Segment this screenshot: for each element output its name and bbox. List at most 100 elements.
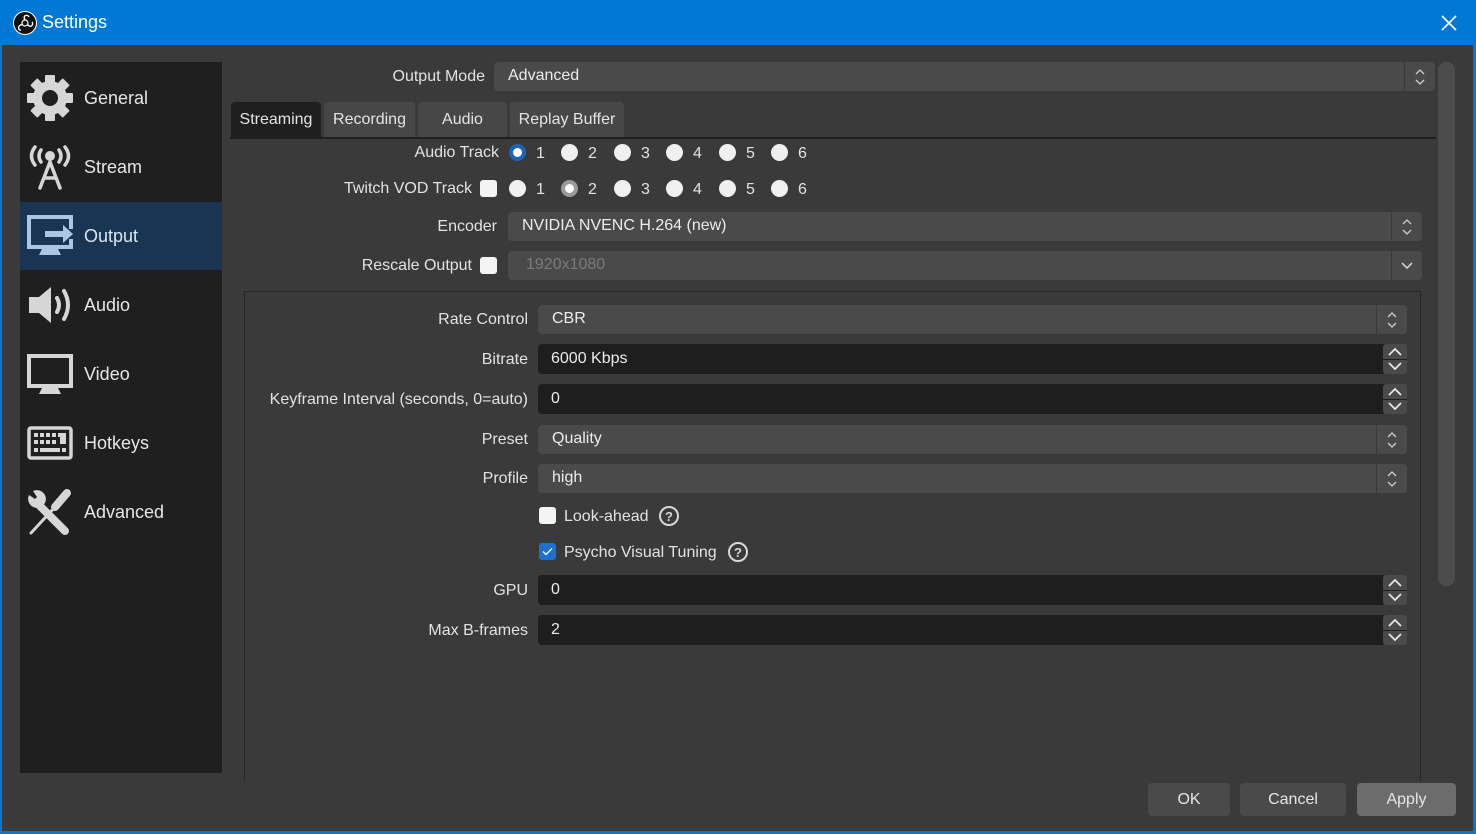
- sidebar-item-label: General: [84, 87, 149, 108]
- tab-recording[interactable]: Recording: [324, 102, 415, 137]
- rescale-resolution-select[interactable]: 1920x1080: [508, 251, 1422, 280]
- tab-replay-buffer[interactable]: Replay Buffer: [510, 102, 624, 137]
- settings-window: Settings General Stream Output Audio Vid…: [0, 0, 1476, 834]
- sidebar-item-stream[interactable]: Stream: [20, 133, 222, 201]
- rescale-output-label: Rescale Output: [361, 257, 472, 274]
- radio-label: 5: [746, 181, 755, 198]
- monitor-output-icon: [25, 211, 75, 261]
- twitch-vod-track-checkbox[interactable]: [480, 180, 497, 197]
- spin-up-button[interactable]: [1383, 615, 1407, 631]
- updown-arrows-icon: [1376, 464, 1407, 493]
- radio-label: 2: [588, 145, 597, 162]
- vertical-scrollbar[interactable]: [1438, 62, 1455, 586]
- updown-arrows-icon: [1404, 62, 1435, 91]
- spin-down-button[interactable]: [1383, 400, 1407, 415]
- encoder-label: Encoder: [437, 218, 497, 235]
- sidebar-item-label: Audio: [84, 294, 131, 315]
- sidebar-item-advanced[interactable]: Advanced: [20, 478, 222, 546]
- tab-divider: [230, 137, 1436, 139]
- settings-sidebar: General Stream Output Audio Video Hotkey…: [20, 62, 222, 773]
- profile-select[interactable]: high: [538, 464, 1407, 493]
- gpu-spinbox[interactable]: 0: [538, 575, 1407, 605]
- radio-label: 1: [536, 145, 545, 162]
- chevron-down-icon: [1391, 251, 1422, 280]
- output-mode-select[interactable]: Advanced: [494, 62, 1435, 91]
- sidebar-item-general[interactable]: General: [20, 64, 222, 132]
- vod-track-radio-3[interactable]: [614, 180, 631, 197]
- sidebar-item-label: Video: [84, 363, 130, 384]
- settings-client-area: General Stream Output Audio Video Hotkey…: [2, 45, 1473, 831]
- vod-track-radio-1[interactable]: [509, 180, 526, 197]
- tab-streaming[interactable]: Streaming: [231, 102, 321, 137]
- radio-label: 4: [693, 181, 702, 198]
- sidebar-item-label: Advanced: [84, 501, 165, 522]
- help-icon[interactable]: ?: [728, 542, 748, 562]
- output-mode-label: Output Mode: [392, 68, 486, 85]
- close-icon: [1441, 15, 1457, 31]
- sidebar-item-hotkeys[interactable]: Hotkeys: [20, 409, 222, 477]
- spin-down-button[interactable]: [1383, 360, 1407, 375]
- vod-track-radio-5[interactable]: [719, 180, 736, 197]
- preset-label: Preset: [481, 431, 528, 448]
- twitch-vod-track-label: Twitch VOD Track: [343, 180, 472, 197]
- rescale-output-checkbox[interactable]: [480, 257, 497, 274]
- audio-track-label: Audio Track: [414, 144, 499, 161]
- updown-arrows-icon: [1391, 212, 1422, 241]
- ok-button[interactable]: OK: [1148, 783, 1230, 816]
- radio-label: 3: [641, 181, 650, 198]
- title-bar: Settings: [0, 0, 1476, 45]
- audio-track-radio-5[interactable]: [719, 144, 736, 161]
- vod-track-radio-4[interactable]: [666, 180, 683, 197]
- gear-icon: [25, 73, 75, 123]
- speaker-icon: [25, 280, 75, 330]
- updown-arrows-icon: [1376, 305, 1407, 334]
- spin-down-button[interactable]: [1383, 591, 1407, 606]
- audio-track-radio-3[interactable]: [614, 144, 631, 161]
- bitrate-label: Bitrate: [481, 351, 528, 368]
- look-ahead-checkbox[interactable]: [539, 507, 556, 524]
- apply-button[interactable]: Apply: [1357, 783, 1456, 816]
- sidebar-item-audio[interactable]: Audio: [20, 271, 222, 339]
- encoder-select[interactable]: NVIDIA NVENC H.264 (new): [508, 212, 1422, 241]
- obs-logo-icon: [13, 11, 37, 35]
- rate-control-label: Rate Control: [438, 311, 528, 328]
- radio-label: 2: [588, 181, 597, 198]
- gpu-label: GPU: [493, 582, 528, 599]
- sidebar-item-label: Hotkeys: [84, 432, 150, 453]
- audio-track-radio-2[interactable]: [561, 144, 578, 161]
- radio-label: 5: [746, 145, 755, 162]
- audio-track-radio-4[interactable]: [666, 144, 683, 161]
- spin-up-button[interactable]: [1383, 344, 1407, 360]
- preset-select[interactable]: Quality: [538, 425, 1407, 454]
- audio-track-radio-1[interactable]: [509, 144, 526, 161]
- keyframe-interval-label: Keyframe Interval (seconds, 0=auto): [269, 391, 528, 408]
- look-ahead-label: Look-ahead: [564, 508, 649, 525]
- tools-icon: [25, 487, 75, 537]
- spin-up-button[interactable]: [1383, 575, 1407, 591]
- psycho-visual-tuning-checkbox[interactable]: [539, 543, 556, 560]
- spin-up-button[interactable]: [1383, 384, 1407, 400]
- profile-label: Profile: [482, 470, 528, 487]
- sidebar-item-video[interactable]: Video: [20, 340, 222, 408]
- close-button[interactable]: [1432, 6, 1466, 40]
- audio-track-radio-6[interactable]: [771, 144, 788, 161]
- tab-audio[interactable]: Audio: [418, 102, 507, 137]
- radio-label: 4: [693, 145, 702, 162]
- checkmark-icon: [542, 548, 553, 556]
- help-icon[interactable]: ?: [659, 506, 679, 526]
- vod-track-radio-2[interactable]: [561, 180, 578, 197]
- rate-control-select[interactable]: CBR: [538, 305, 1407, 334]
- sidebar-item-output[interactable]: Output: [20, 202, 222, 270]
- keyframe-interval-spinbox[interactable]: 0: [538, 384, 1407, 414]
- keyboard-icon: [25, 418, 75, 468]
- radio-label: 3: [641, 145, 650, 162]
- max-bframes-spinbox[interactable]: 2: [538, 615, 1407, 645]
- antenna-icon: [25, 142, 75, 192]
- vod-track-radio-6[interactable]: [771, 180, 788, 197]
- bitrate-spinbox[interactable]: 6000 Kbps: [538, 344, 1407, 374]
- max-bframes-label: Max B-frames: [428, 622, 528, 639]
- monitor-icon: [25, 349, 75, 399]
- psycho-visual-tuning-label: Psycho Visual Tuning: [564, 544, 717, 561]
- cancel-button[interactable]: Cancel: [1240, 783, 1346, 816]
- spin-down-button[interactable]: [1383, 631, 1407, 646]
